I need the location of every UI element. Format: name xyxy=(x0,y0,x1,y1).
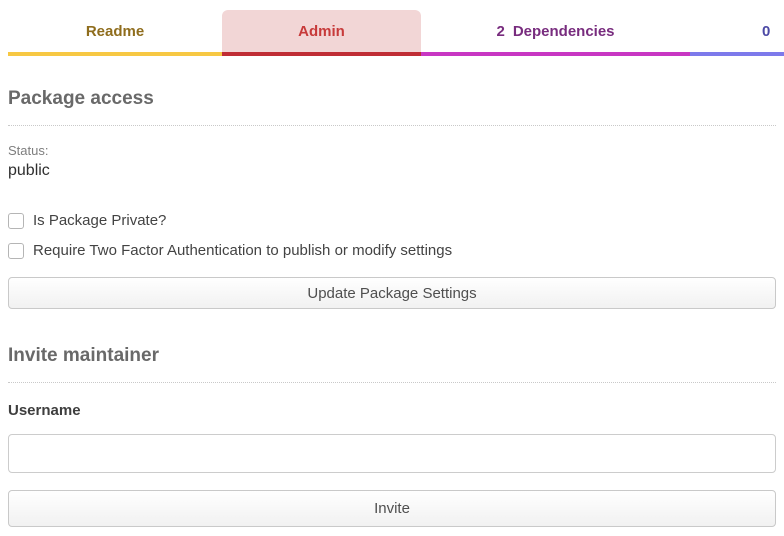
tab-admin[interactable]: Admin xyxy=(222,10,421,56)
tab-dependents-count: 0 xyxy=(762,23,770,40)
status-label: Status: xyxy=(8,143,776,158)
invite-button[interactable]: Invite xyxy=(8,490,776,527)
status-value: public xyxy=(8,161,776,181)
username-input[interactable] xyxy=(8,434,776,473)
require-2fa-checkbox[interactable] xyxy=(8,243,24,259)
is-package-private-checkbox[interactable] xyxy=(8,213,24,229)
package-settings-checkboxes: Is Package Private? Require Two Factor A… xyxy=(8,212,776,260)
tab-readme-label: Readme xyxy=(86,23,144,40)
require-2fa-row[interactable]: Require Two Factor Authentication to pub… xyxy=(8,242,776,260)
tab-dependencies[interactable]: 2 Dependencies xyxy=(421,10,690,56)
tab-readme[interactable]: Readme xyxy=(8,10,222,56)
package-tab-bar: Readme Admin 2 Dependencies 0 xyxy=(0,0,784,56)
is-package-private-label: Is Package Private? xyxy=(33,212,166,230)
tab-dependencies-count: 2 xyxy=(496,23,504,40)
tab-dependencies-label: Dependencies xyxy=(513,23,615,40)
username-label: Username xyxy=(8,402,776,420)
section-divider xyxy=(8,125,776,126)
section-divider xyxy=(8,382,776,383)
admin-panel: Package access Status: public Is Package… xyxy=(0,88,784,527)
tab-dependents[interactable]: 0 xyxy=(690,10,784,56)
require-2fa-label: Require Two Factor Authentication to pub… xyxy=(33,242,452,260)
is-package-private-row[interactable]: Is Package Private? xyxy=(8,212,776,230)
update-package-settings-button[interactable]: Update Package Settings xyxy=(8,277,776,309)
tab-admin-label: Admin xyxy=(298,23,345,40)
invite-maintainer-heading: Invite maintainer xyxy=(8,345,776,367)
package-access-heading: Package access xyxy=(8,88,776,110)
